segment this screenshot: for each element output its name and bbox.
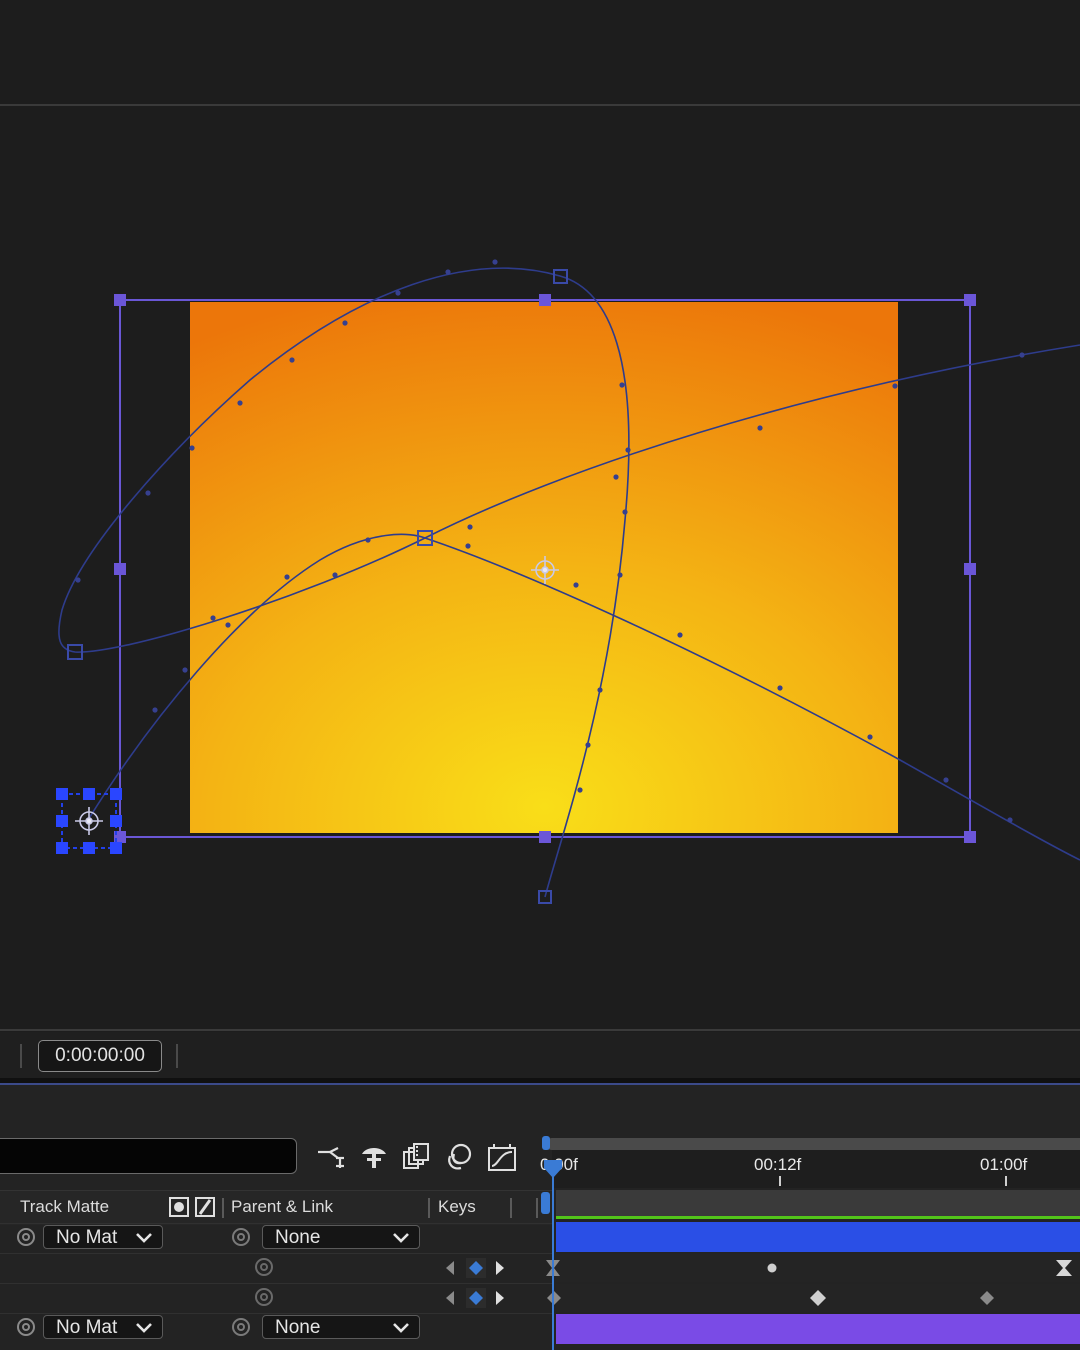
next-keyframe-icon xyxy=(496,1291,504,1305)
work-area-indicator xyxy=(556,1216,1080,1219)
viewer-footer-bar xyxy=(0,1032,1080,1078)
divider xyxy=(428,1198,430,1218)
prev-keyframe-icon xyxy=(446,1291,454,1305)
divider xyxy=(20,1044,22,1068)
solo-shy-icon[interactable] xyxy=(358,1142,390,1172)
track-matte-pickwhip-icon[interactable] xyxy=(15,1316,37,1338)
frame-blend-icon[interactable] xyxy=(400,1142,432,1172)
track-header-area xyxy=(556,1190,1080,1218)
track-matte-dropdown[interactable]: No Mat xyxy=(43,1315,163,1339)
work-area-start-handle[interactable] xyxy=(541,1192,550,1214)
motion-blur-icon[interactable] xyxy=(443,1142,475,1172)
viewer-bottom-divider xyxy=(0,1029,1080,1031)
keyframe-diamond xyxy=(810,1290,826,1306)
playhead-line xyxy=(552,1160,554,1350)
parent-pickwhip-icon[interactable] xyxy=(230,1316,252,1338)
keyframes[interactable] xyxy=(540,1254,1080,1314)
graph-editor-icon[interactable] xyxy=(486,1142,518,1172)
divider xyxy=(176,1044,178,1068)
layer-search-input[interactable] xyxy=(0,1138,297,1174)
parent-pickwhip-icon[interactable] xyxy=(230,1226,252,1248)
property-pickwhip-icon[interactable] xyxy=(253,1256,275,1278)
ruler-tick xyxy=(779,1176,781,1186)
ruler-label: 00:12f xyxy=(754,1155,802,1174)
divider xyxy=(222,1198,224,1218)
keyframe-navigator[interactable] xyxy=(440,1257,510,1279)
track-matte-header[interactable]: Track Matte xyxy=(20,1197,109,1217)
parent-link-header[interactable]: Parent & Link xyxy=(231,1197,333,1217)
composition-viewer[interactable] xyxy=(0,0,1080,1030)
property-pickwhip-icon[interactable] xyxy=(253,1286,275,1308)
track-matte-value: No Mat xyxy=(56,1227,118,1248)
keys-header[interactable]: Keys xyxy=(438,1197,476,1217)
panel-divider[interactable] xyxy=(0,1078,1080,1085)
ruler-label: 01:00f xyxy=(980,1155,1028,1174)
keyframe-dot xyxy=(767,1263,777,1273)
keyframe-navigator[interactable] xyxy=(440,1287,510,1309)
next-keyframe-icon xyxy=(496,1261,504,1275)
track-matte-dropdown[interactable]: No Mat xyxy=(43,1225,163,1249)
parent-value: None xyxy=(275,1227,321,1248)
current-time-display[interactable]: 0:00:00:00 xyxy=(38,1040,162,1072)
layer-bar-2[interactable] xyxy=(556,1314,1080,1344)
divider xyxy=(536,1198,538,1218)
parent-value: None xyxy=(275,1317,321,1338)
keyframe-diamond xyxy=(980,1291,994,1305)
flowchart-icon[interactable] xyxy=(316,1142,348,1172)
track-matte-value: No Mat xyxy=(56,1317,118,1338)
keyframe-diamond xyxy=(547,1291,561,1305)
chevron-down-icon xyxy=(393,1233,409,1243)
parent-dropdown[interactable]: None xyxy=(262,1225,420,1249)
work-area-bar[interactable] xyxy=(546,1138,1080,1150)
divider xyxy=(510,1198,512,1218)
hold-keyframe-icon xyxy=(1056,1260,1072,1276)
parent-dropdown[interactable]: None xyxy=(262,1315,420,1339)
prev-keyframe-icon xyxy=(446,1261,454,1275)
matte-invert-icon[interactable] xyxy=(194,1196,216,1218)
chevron-down-icon xyxy=(136,1323,152,1333)
selected-null-layer[interactable] xyxy=(56,788,122,854)
chevron-down-icon xyxy=(136,1233,152,1243)
layer-bar-1[interactable] xyxy=(556,1222,1080,1252)
chevron-down-icon xyxy=(393,1323,409,1333)
matte-alpha-icon[interactable] xyxy=(168,1196,190,1218)
ruler-tick xyxy=(1005,1176,1007,1186)
playhead-icon[interactable] xyxy=(540,1134,566,1186)
track-matte-pickwhip-icon[interactable] xyxy=(15,1226,37,1248)
comp-canvas[interactable] xyxy=(0,0,1080,1030)
